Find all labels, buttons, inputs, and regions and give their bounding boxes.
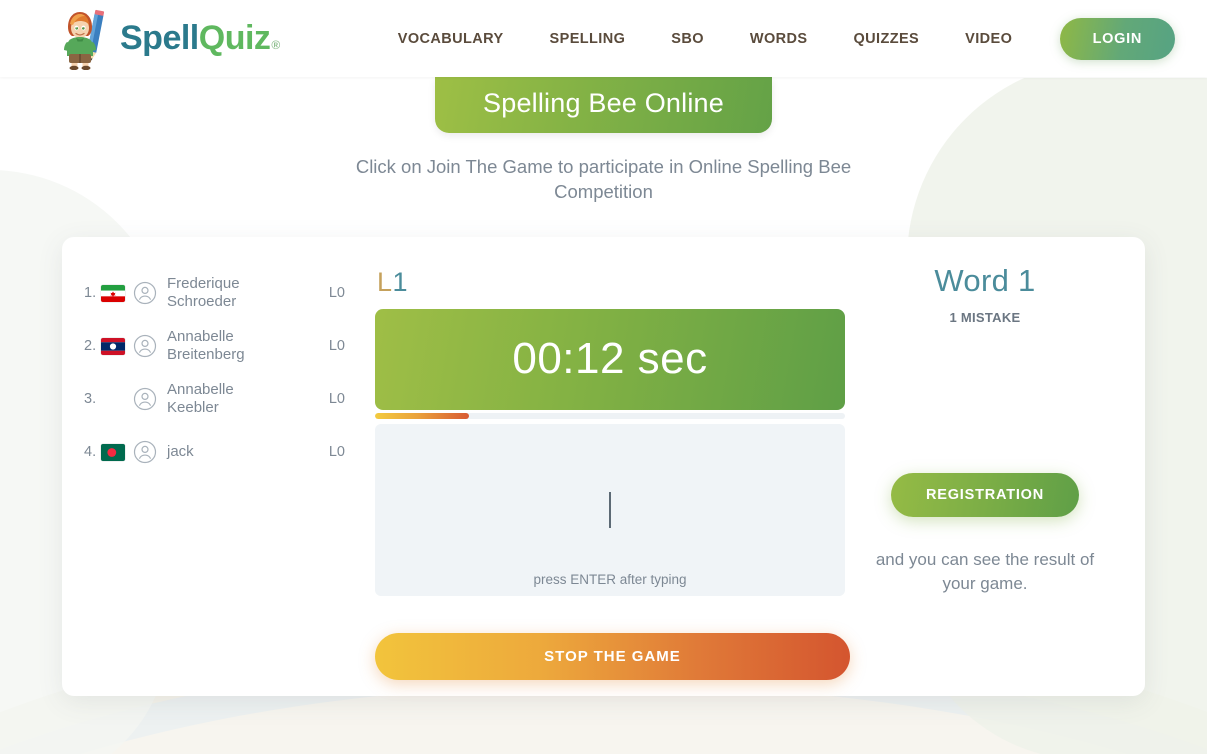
list-item[interactable]: 4. jack L0 xyxy=(84,426,351,479)
player-name: Frederique Schroeder xyxy=(167,274,240,311)
player-level: L0 xyxy=(328,338,345,355)
player-name: jack xyxy=(167,443,194,461)
registered-trademark-icon: ® xyxy=(271,38,280,52)
timer-progress-fill xyxy=(375,412,469,419)
hero-section: Spelling Bee Online Click on Join The Ga… xyxy=(0,77,1207,205)
player-rank: 2. xyxy=(84,338,97,355)
logo-wordmark: Spell Quiz ® xyxy=(120,19,280,58)
nav-item-video[interactable]: VIDEO xyxy=(965,31,1012,47)
player-level: L0 xyxy=(328,391,345,408)
logo-text-quiz: Quiz xyxy=(198,19,271,57)
logo[interactable]: Spell Quiz ® xyxy=(60,8,280,70)
player-name: Annabelle Keebler xyxy=(167,380,234,417)
countdown-timer: 00:12 sec xyxy=(375,308,845,410)
player-level: L0 xyxy=(328,444,345,461)
player-rank: 1. xyxy=(84,285,97,302)
side-panel: Word 1 1 MISTAKE REGISTRATION and you ca… xyxy=(845,263,1145,696)
answer-input[interactable]: press ENTER after typing xyxy=(375,423,845,596)
timer-progress-bar xyxy=(375,412,845,419)
registration-note: and you can see the result of your game. xyxy=(875,549,1095,593)
level-number: 1 xyxy=(392,266,409,297)
hero-subtitle: Click on Join The Game to participate in… xyxy=(355,156,852,202)
mistake-count: 1 MISTAKE xyxy=(949,309,1021,325)
player-list: 1. Frederique Schroeder L0 2. Annabelle … xyxy=(62,267,367,696)
nav-item-quizzes[interactable]: QUIZZES xyxy=(853,31,919,47)
login-button[interactable]: LOGIN xyxy=(1059,17,1175,60)
level-indicator: L1 xyxy=(377,267,845,298)
avatar xyxy=(133,335,157,358)
nav-item-vocabulary[interactable]: VOCABULARY xyxy=(398,31,504,47)
game-card: 1. Frederique Schroeder L0 2. Annabelle … xyxy=(62,236,1145,696)
flag-icon-laos xyxy=(101,337,125,355)
player-name: Annabelle Breitenberg xyxy=(167,327,245,364)
logo-text-spell: Spell xyxy=(120,19,199,57)
list-item[interactable]: 3. Annabelle Keebler L0 xyxy=(84,373,351,426)
avatar xyxy=(133,282,157,305)
boy-with-pencil-logo-icon xyxy=(64,9,105,70)
avatar xyxy=(133,388,157,411)
page-root: Spell Quiz ® VOCABULARY SPELLING SBO WOR… xyxy=(0,0,1207,754)
nav-item-words[interactable]: WORDS xyxy=(750,31,808,47)
avatar xyxy=(133,441,157,464)
registration-button[interactable]: REGISTRATION xyxy=(890,472,1080,517)
flag-icon-none xyxy=(101,391,125,408)
text-caret xyxy=(609,491,611,528)
nav-item-spelling[interactable]: SPELLING xyxy=(550,31,626,47)
list-item[interactable]: 2. Annabelle Breitenberg L0 xyxy=(84,320,351,373)
answer-hint: press ENTER after typing xyxy=(533,571,687,587)
player-rank: 3. xyxy=(84,391,97,408)
current-word-title: Word 1 xyxy=(934,262,1036,298)
list-item[interactable]: 1. Frederique Schroeder L0 xyxy=(84,267,351,320)
flag-icon-bangladesh xyxy=(101,443,125,461)
player-level: L0 xyxy=(328,285,345,302)
page-title: Spelling Bee Online xyxy=(435,77,772,133)
game-panel: L1 00:12 sec press ENTER after typing ST… xyxy=(367,267,850,696)
main-navigation: VOCABULARY SPELLING SBO WORDS QUIZZES VI… xyxy=(398,31,1012,47)
nav-item-sbo[interactable]: SBO xyxy=(671,31,704,47)
stop-game-button[interactable]: STOP THE GAME xyxy=(375,632,850,680)
player-rank: 4. xyxy=(84,444,97,461)
level-letter: L xyxy=(377,266,393,297)
site-header: Spell Quiz ® VOCABULARY SPELLING SBO WOR… xyxy=(0,0,1207,77)
flag-icon-iran xyxy=(101,284,125,302)
